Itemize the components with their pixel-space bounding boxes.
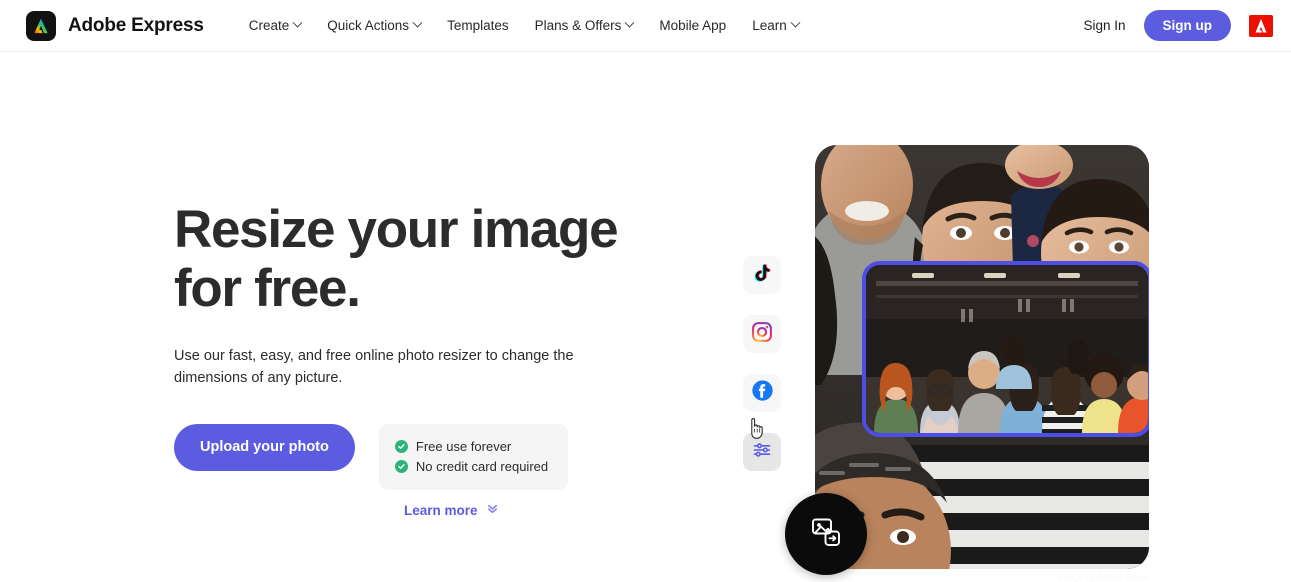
nav-item-label: Quick Actions — [327, 18, 409, 33]
benefit-label: No credit card required — [416, 457, 548, 477]
instagram-icon — [751, 321, 773, 348]
benefit-item: No credit card required — [395, 457, 548, 477]
check-circle-icon — [395, 460, 408, 473]
brand-name: Adobe Express — [68, 15, 204, 37]
adobe-express-logo-icon — [26, 11, 56, 41]
tiktok-icon — [751, 262, 773, 289]
facebook-icon — [751, 379, 774, 407]
learn-more-button[interactable]: Learn more — [404, 502, 499, 520]
nav-item-quick-actions[interactable]: Quick Actions — [327, 18, 421, 33]
hero-photo-stage — [815, 145, 1149, 569]
nav-item-mobile-app[interactable]: Mobile App — [659, 18, 726, 33]
social-tile-facebook[interactable] — [743, 374, 781, 412]
brand-logo-link[interactable]: Adobe Express — [26, 11, 204, 41]
header-actions: Sign In Sign up — [1083, 10, 1273, 41]
double-chevron-down-icon — [486, 502, 499, 520]
hero-cta-row: Upload your photo Free use forever No cr… — [174, 424, 694, 490]
page-title: Resize your image for free. — [174, 200, 694, 319]
adjust-sliders-icon — [752, 440, 772, 465]
nav-item-label: Learn — [752, 18, 787, 33]
social-tile-adjust[interactable] — [743, 433, 781, 471]
check-circle-icon — [395, 440, 408, 453]
learn-more-label: Learn more — [404, 503, 478, 518]
nav-item-label: Templates — [447, 18, 509, 33]
hero-content: Resize your image for free. Use our fast… — [174, 200, 694, 520]
resize-image-badge[interactable] — [785, 493, 867, 575]
upload-your-photo-button[interactable]: Upload your photo — [174, 424, 355, 471]
benefit-label: Free use forever — [416, 437, 511, 457]
nav-item-templates[interactable]: Templates — [447, 18, 509, 33]
nav-item-label: Create — [249, 18, 290, 33]
site-header: Adobe Express Create Quick Actions Templ… — [0, 0, 1291, 52]
sign-in-button[interactable]: Sign In — [1083, 18, 1125, 33]
social-tile-instagram[interactable] — [743, 315, 781, 353]
social-tile-tiktok[interactable] — [743, 256, 781, 294]
image-resize-icon — [809, 515, 843, 554]
resized-image-frame[interactable] — [862, 261, 1149, 437]
nav-item-plans-offers[interactable]: Plans & Offers — [535, 18, 634, 33]
nav-item-label: Mobile App — [659, 18, 726, 33]
nav-item-label: Plans & Offers — [535, 18, 622, 33]
chevron-down-icon — [790, 18, 800, 28]
main-navigation: Create Quick Actions Templates Plans & O… — [249, 18, 799, 33]
nav-item-learn[interactable]: Learn — [752, 18, 799, 33]
sign-up-button[interactable]: Sign up — [1144, 10, 1232, 41]
chevron-down-icon — [625, 18, 635, 28]
adobe-logo-icon[interactable] — [1249, 15, 1273, 37]
chevron-down-icon — [413, 18, 423, 28]
nav-item-create[interactable]: Create — [249, 18, 302, 33]
benefits-panel: Free use forever No credit card required — [379, 424, 568, 490]
hero-subheadline: Use our fast, easy, and free online phot… — [174, 345, 584, 390]
social-format-rail — [743, 256, 781, 471]
benefit-item: Free use forever — [395, 437, 548, 457]
chevron-down-icon — [293, 18, 303, 28]
